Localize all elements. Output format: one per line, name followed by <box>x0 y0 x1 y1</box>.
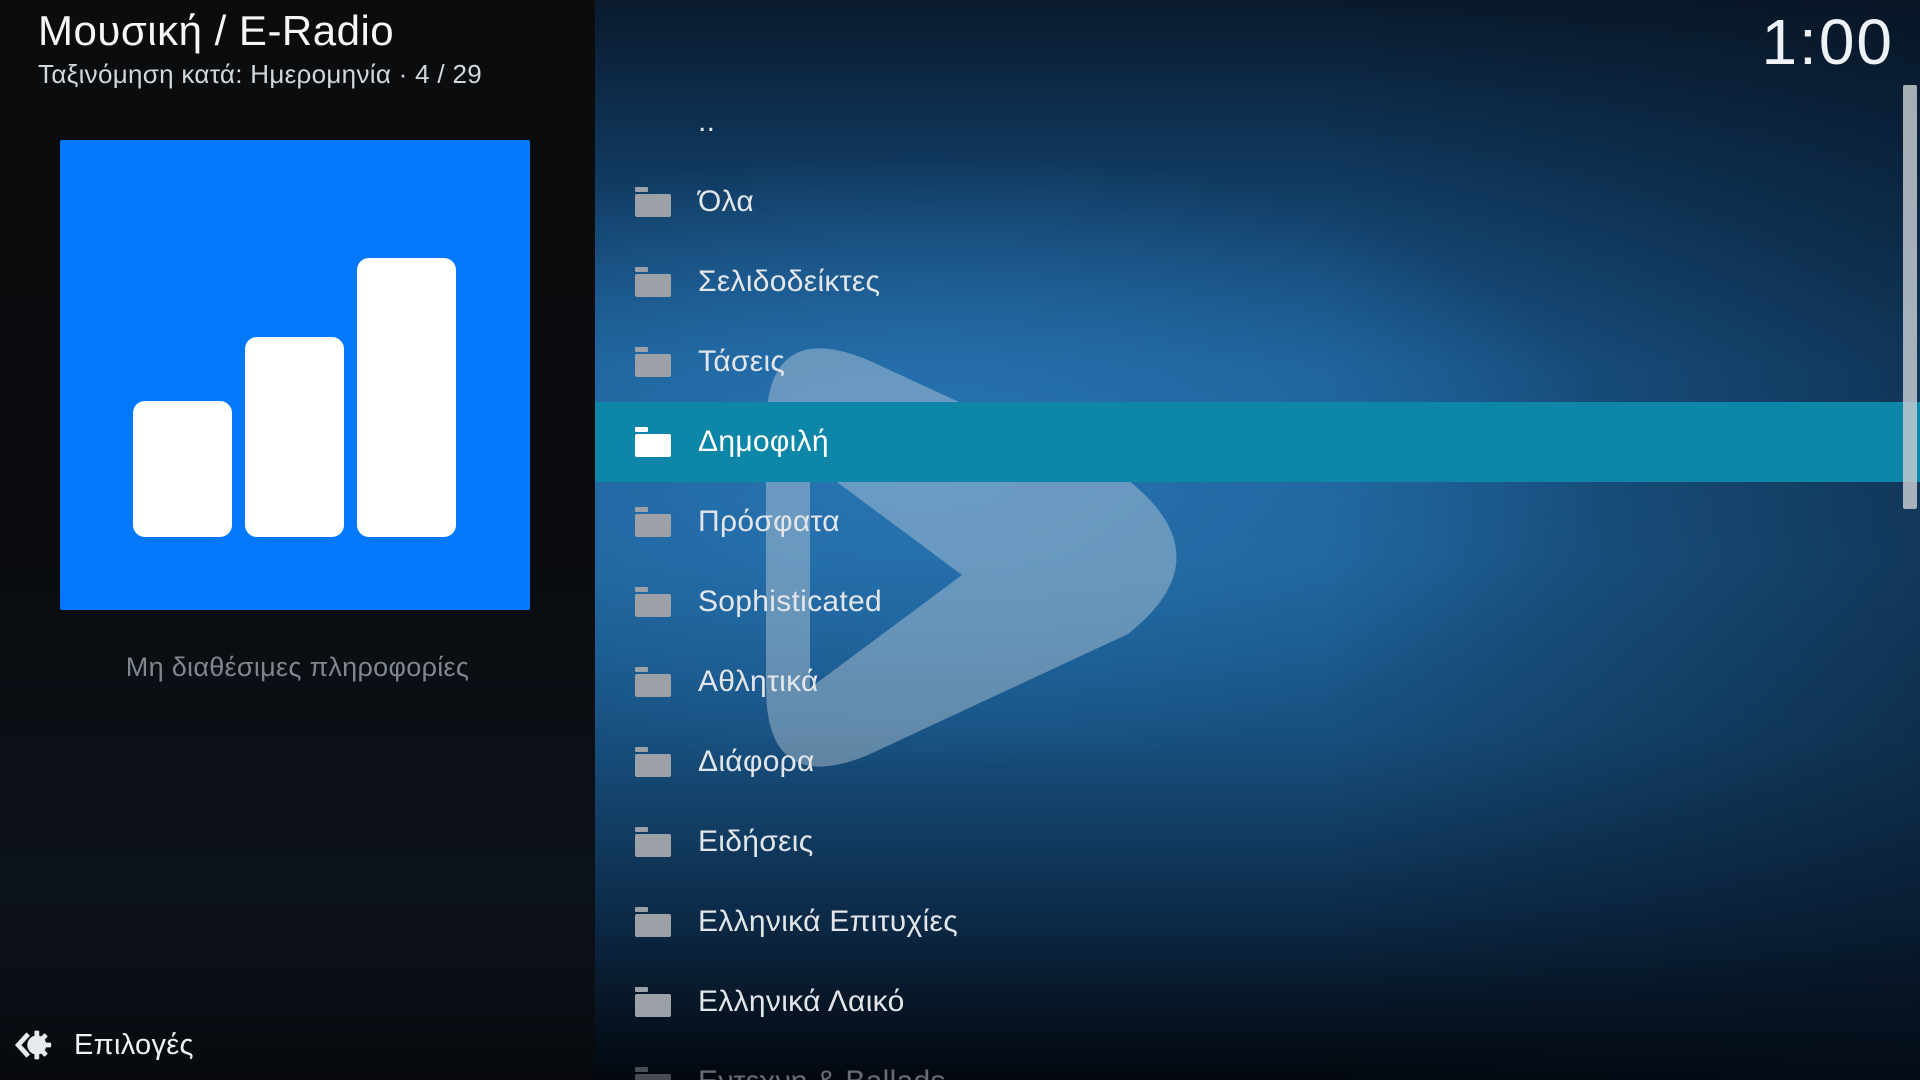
folder-icon <box>635 347 671 377</box>
folder-icon <box>635 827 671 857</box>
bar-chart-bar-small <box>133 401 232 537</box>
folder-icon <box>635 587 671 617</box>
list-item-label: .. <box>698 105 715 139</box>
left-panel: Μουσική / E-Radio Ταξινόμηση κατά: Ημερο… <box>0 0 595 1080</box>
folder-icon <box>635 187 671 217</box>
bar-chart-bar-medium <box>245 337 344 537</box>
folder-icon <box>635 667 671 697</box>
folder-icon <box>635 267 671 297</box>
folder-list: .. Όλα Σελιδοδείκτες Τάσεις Δημοφιλή Πρόσφατα… <box>595 82 1920 1080</box>
list-item-label: Εντεχνη & Ballads <box>698 1065 946 1080</box>
folder-icon <box>635 427 671 457</box>
list-item[interactable]: Εντεχνη & Ballads <box>595 1042 1920 1080</box>
sort-info: Ταξινόμηση κατά: Ημερομηνία · 4 / 29 <box>38 59 578 90</box>
kodi-screen: .. Όλα Σελιδοδείκτες Τάσεις Δημοφιλή Πρόσφατα… <box>0 0 1920 1080</box>
list-item-label: Αθλητικά <box>698 665 819 699</box>
options-label: Επιλογές <box>74 1029 194 1062</box>
folder-icon <box>635 507 671 537</box>
list-item-label: Διάφορα <box>698 745 815 779</box>
list-item[interactable]: Πρόσφατα <box>595 482 1920 562</box>
header: Μουσική / E-Radio Ταξινόμηση κατά: Ημερο… <box>38 8 578 90</box>
list-item[interactable]: Σελιδοδείκτες <box>595 242 1920 322</box>
folder-icon <box>635 987 671 1017</box>
list-item[interactable]: Ελληνικά Λαικό <box>595 962 1920 1042</box>
scrollbar-thumb[interactable] <box>1903 85 1917 509</box>
list-item-label: Ελληνικά Επιτυχίες <box>698 905 958 939</box>
list-item[interactable]: Ελληνικά Επιτυχίες <box>595 882 1920 962</box>
list-item-label: Δημοφιλή <box>698 425 829 459</box>
list-item[interactable]: Sophisticated <box>595 562 1920 642</box>
folder-icon <box>635 747 671 777</box>
list-item-label: Ελληνικά Λαικό <box>698 985 905 1019</box>
list-item-label: Τάσεις <box>698 345 785 379</box>
no-info-text: Μη διαθέσιμες πληροφορίες <box>0 652 595 683</box>
folder-icon <box>635 907 671 937</box>
list-item-label: Sophisticated <box>698 585 882 619</box>
list-item[interactable]: Αθλητικά <box>595 642 1920 722</box>
list-item-label: Όλα <box>698 185 754 219</box>
page-title: Μουσική / E-Radio <box>38 8 578 54</box>
folder-icon <box>635 1067 671 1080</box>
list-item-label: Πρόσφατα <box>698 505 840 539</box>
list-item[interactable]: .. <box>595 82 1920 162</box>
list-item[interactable]: Όλα <box>595 162 1920 242</box>
list-item-label: Σελιδοδείκτες <box>698 265 880 299</box>
list-item[interactable]: Ειδήσεις <box>595 802 1920 882</box>
clock: 1:00 <box>1761 10 1894 74</box>
list-item[interactable]: Τάσεις <box>595 322 1920 402</box>
list-item[interactable]: Δημοφιλή <box>595 402 1920 482</box>
options-gear-icon <box>12 1024 54 1066</box>
list-item[interactable]: Διάφορα <box>595 722 1920 802</box>
bar-chart-bar-large <box>357 258 456 537</box>
list-item-label: Ειδήσεις <box>698 825 813 859</box>
options-button[interactable]: Επιλογές <box>12 1024 194 1066</box>
addon-thumbnail <box>60 140 530 610</box>
